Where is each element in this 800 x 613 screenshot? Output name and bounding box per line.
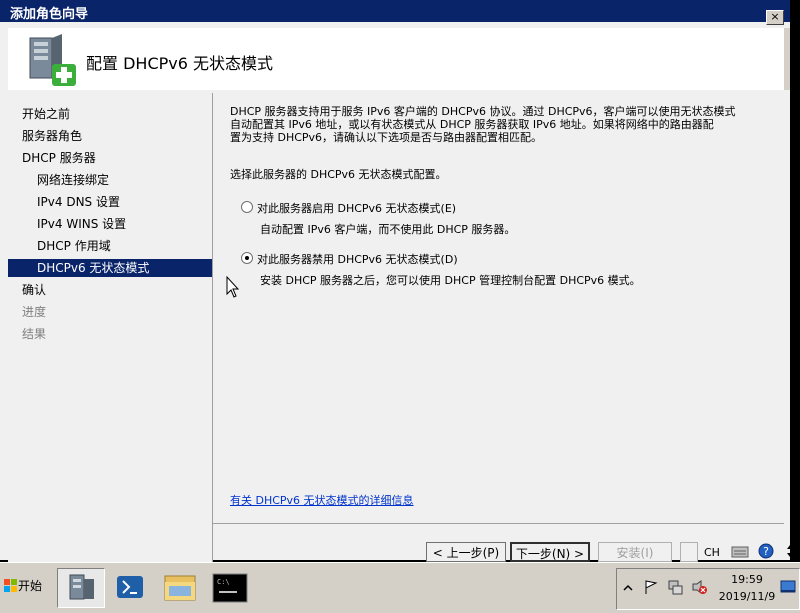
intro-text: DHCP 服务器支持用于服务 IPv6 客户端的 DHCPv6 协议。通过 DH… (230, 105, 770, 144)
page-title: 配置 DHCPv6 无状态模式 (86, 54, 273, 73)
title-bar[interactable]: 添加角色向导 × (0, 0, 790, 25)
sidebar-step-item[interactable]: DHCP 服务器 (8, 149, 212, 167)
sidebar-step-item[interactable]: IPv4 WINS 设置 (8, 215, 212, 233)
svg-text:?: ? (763, 545, 769, 558)
sidebar-step-item[interactable]: 结果 (8, 325, 212, 343)
sidebar-step-label: DHCP 作用域 (37, 239, 111, 253)
window-title: 添加角色向导 (10, 7, 89, 22)
footer-divider (213, 523, 784, 524)
close-button[interactable]: × (766, 10, 784, 25)
sidebar-step-item[interactable]: 进度 (8, 303, 212, 321)
taskbar: 开始 C:\ 19:59 2019/11/9 (0, 562, 800, 613)
language-indicator[interactable]: CH (704, 546, 720, 559)
install-button[interactable]: 安装(I) (598, 542, 672, 562)
folder-icon (164, 575, 196, 601)
intro-line: 置为支持 DHCPv6，请确认以下选项是否与路由器配置相匹配。 (230, 131, 543, 144)
disable-radio-description: 安装 DHCP 服务器之后，您可以使用 DHCP 管理控制台配置 DHCPv6 … (260, 274, 641, 287)
sidebar-step-item[interactable]: IPv4 DNS 设置 (8, 193, 212, 211)
show-desktop-icon[interactable] (780, 579, 796, 595)
more-info-link[interactable]: 有关 DHCPv6 无状态模式的详细信息 (230, 492, 414, 508)
command-prompt-icon: C:\ (212, 573, 248, 603)
sidebar-step-label: IPv4 WINS 设置 (37, 217, 127, 231)
scroll-arrows-icon[interactable] (786, 544, 794, 558)
prompt-text: 选择此服务器的 DHCPv6 无状态模式配置。 (230, 168, 447, 181)
svg-text:C:\: C:\ (217, 578, 230, 586)
intro-line: DHCP 服务器支持用于服务 IPv6 客户端的 DHCPv6 协议。通过 DH… (230, 105, 736, 118)
wizard-content: DHCP 服务器支持用于服务 IPv6 客户端的 DHCPv6 协议。通过 DH… (213, 93, 784, 523)
help-icon[interactable]: ? (758, 543, 774, 559)
sidebar-step-label: IPv4 DNS 设置 (37, 195, 120, 209)
disable-radio[interactable] (241, 252, 253, 264)
server-add-icon (29, 34, 76, 86)
sidebar-step-label: 结果 (22, 327, 47, 341)
sidebar-step-item[interactable]: 服务器角色 (8, 127, 212, 145)
powershell-icon (117, 576, 143, 598)
previous-button[interactable]: < 上一步(P) (426, 542, 506, 562)
sidebar-step-label: DHCP 服务器 (22, 151, 96, 165)
network-icon[interactable] (667, 579, 683, 595)
taskbar-command-prompt[interactable]: C:\ (207, 568, 253, 606)
taskbar-powershell[interactable] (107, 568, 153, 606)
volume-muted-icon[interactable] (691, 579, 707, 595)
next-button[interactable]: 下一步(N) > (510, 542, 590, 562)
sidebar-step-label: DHCPv6 无状态模式 (37, 261, 150, 275)
disable-radio-label[interactable]: 对此服务器禁用 DHCPv6 无状态模式(D) (257, 251, 458, 267)
server-manager-icon (69, 574, 94, 600)
keyboard-icon[interactable] (731, 544, 749, 558)
intro-line: 自动配置其 IPv6 地址，或以有状态模式从 DHCP 服务器获取 IPv6 地… (230, 118, 714, 131)
add-roles-wizard-window: 添加角色向导 × 配置 DHCPv6 无状态模式 开始之前服务器角色 DHCP 服… (0, 0, 790, 562)
clock-time[interactable]: 19:59 (717, 573, 777, 586)
enable-radio[interactable] (241, 201, 253, 213)
taskbar-server-manager[interactable] (57, 568, 105, 608)
action-center-flag-icon[interactable] (643, 579, 659, 595)
sidebar-step-label: 确认 (22, 283, 47, 297)
show-hidden-icons-icon[interactable] (623, 583, 633, 593)
start-button[interactable]: 开始 (2, 573, 48, 599)
mouse-cursor-icon (226, 276, 240, 298)
sidebar-step-label: 服务器角色 (22, 129, 83, 143)
sidebar-step-item[interactable]: 开始之前 (8, 105, 212, 123)
outer-scrollbar[interactable] (784, 28, 790, 90)
cancel-button[interactable] (680, 542, 698, 562)
taskbar-explorer[interactable] (157, 568, 203, 606)
windows-logo-icon (4, 579, 17, 592)
sidebar-step-item[interactable]: DHCPv6 无状态模式 (8, 259, 212, 277)
clock-date[interactable]: 2019/11/9 (715, 590, 779, 603)
enable-radio-label[interactable]: 对此服务器启用 DHCPv6 无状态模式(E) (257, 200, 456, 216)
sidebar-step-item[interactable]: 网络连接绑定 (8, 171, 212, 189)
wizard-header: 配置 DHCPv6 无状态模式 (8, 28, 784, 90)
sidebar-step-label: 进度 (22, 305, 47, 319)
sidebar-step-item[interactable]: 确认 (8, 281, 212, 299)
wizard-step-list: 开始之前服务器角色 DHCP 服务器网络连接绑定 IPv4 DNS 设置 IPv4 W… (8, 93, 213, 562)
sidebar-step-label: 开始之前 (22, 107, 71, 121)
system-tray: 19:59 2019/11/9 (616, 568, 800, 610)
enable-radio-description: 自动配置 IPv6 客户端，而不使用此 DHCP 服务器。 (260, 223, 516, 236)
start-label: 开始 (18, 579, 43, 593)
sidebar-step-label: 网络连接绑定 (37, 173, 110, 187)
sidebar-step-item[interactable]: DHCP 作用域 (8, 237, 212, 255)
